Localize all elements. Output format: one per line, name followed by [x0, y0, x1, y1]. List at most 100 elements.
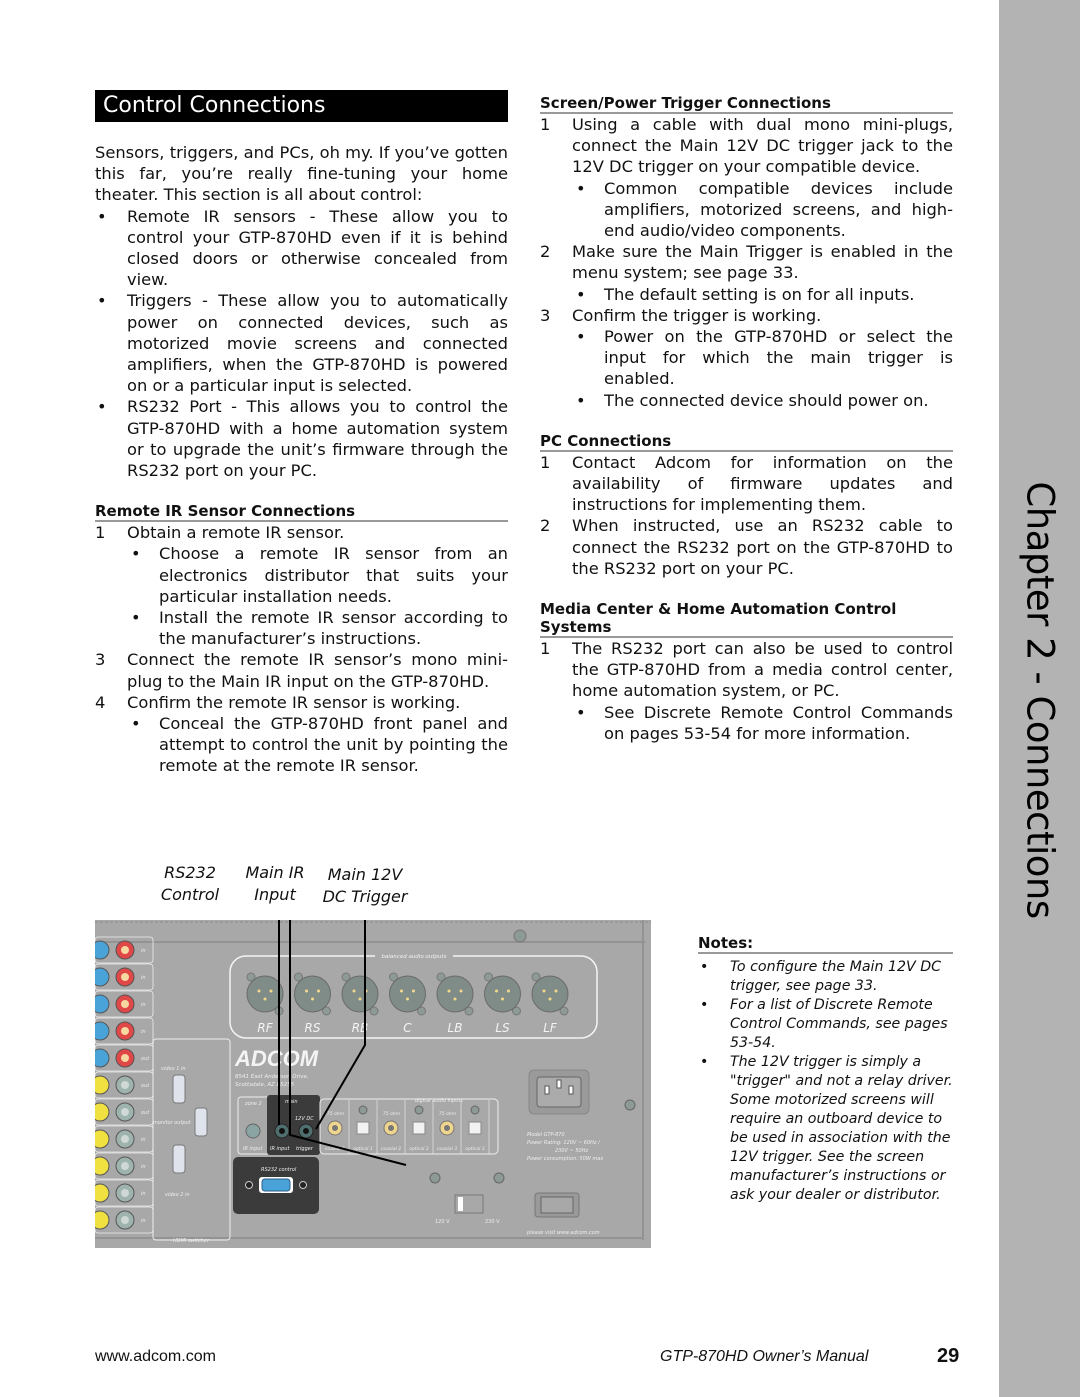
- digital-port-label: optical 2: [409, 1146, 429, 1152]
- svg-text:75 ohm: 75 ohm: [439, 1111, 457, 1117]
- note-item: For a list of Discrete Remote Control Co…: [698, 996, 953, 1053]
- trigger-heading: Screen/Power Trigger Connections: [540, 94, 953, 114]
- xlr-label: LS: [495, 1021, 510, 1035]
- zone2-ir-jack: [245, 1123, 261, 1139]
- step: 1 The RS232 port can also be used to cont…: [540, 638, 953, 702]
- list-item: Triggers - These allow you to automatica…: [95, 290, 508, 396]
- main-ir-label: IR input: [270, 1146, 290, 1152]
- notes-box: Notes: To configure the Main 12V DC trig…: [698, 934, 953, 1205]
- xlr-label: RF: [257, 1021, 273, 1035]
- sub-bullet: Choose a remote IR sensor from an electr…: [95, 543, 508, 607]
- xlr-connector: [341, 975, 379, 1013]
- rear-panel-diagram: in in in in out out out in in in in video 1 in mon…: [95, 920, 651, 1248]
- jack-label: out: [141, 1083, 150, 1089]
- ir-input-label: IR input: [243, 1146, 263, 1152]
- media-heading: Media Center & Home Automation Control S…: [540, 600, 953, 639]
- optical-port: [356, 1121, 370, 1135]
- trigger-label: trigger: [296, 1146, 314, 1152]
- remote-ir-heading: Remote IR Sensor Connections: [95, 502, 508, 523]
- footer-manual-title: GTP-870HD Owner’s Manual: [660, 1348, 869, 1365]
- hdmi-port: [194, 1107, 208, 1137]
- voltage-230: 230 V: [485, 1219, 500, 1225]
- optical-port: [468, 1121, 482, 1135]
- jack-label: in: [141, 1002, 146, 1008]
- sub-bullet: See Discrete Remote Control Commands on …: [540, 702, 953, 744]
- address-line: 8541 East Anderson Drive,: [235, 1074, 309, 1080]
- ir-callout: Main IR Input: [245, 863, 305, 904]
- jack-label: in: [141, 1137, 146, 1143]
- footer-url[interactable]: www.adcom.com: [95, 1348, 216, 1366]
- hdmi-port: [172, 1074, 186, 1104]
- jack-label: out: [141, 1110, 150, 1116]
- rs232-label: RS232 control: [261, 1167, 297, 1173]
- jack-label: in: [141, 1218, 146, 1224]
- step-text: When instructed, use an RS232 cable to c…: [572, 516, 953, 578]
- step-number: 1: [540, 452, 551, 472]
- step-text: Using a cable with dual mono mini-plugs,…: [572, 115, 953, 177]
- step-number: 3: [95, 650, 106, 670]
- step-text: Confirm the trigger is working.: [572, 305, 822, 325]
- step: 3 Connect the remote IR sensor’s mono min…: [95, 649, 508, 691]
- adcom-logo: ADCOM: [234, 1046, 319, 1071]
- xlr-connector: [246, 975, 284, 1013]
- step-text: Connect the remote IR sensor’s mono mini…: [127, 650, 508, 691]
- digital-port-label: coaxial 2: [381, 1146, 401, 1152]
- step-number: 1: [95, 523, 106, 543]
- digital-inputs-label: digital audio inputs: [415, 1098, 463, 1104]
- xlr-connector: [531, 975, 569, 1013]
- xlr-label: LB: [448, 1021, 463, 1035]
- pc-heading: PC Connections: [540, 432, 953, 452]
- notes-title: Notes:: [698, 934, 953, 954]
- step-text: Make sure the Main Trigger is enabled in…: [572, 242, 953, 283]
- note-item: To configure the Main 12V DC trigger, se…: [698, 958, 953, 996]
- section-title: Control Connections: [95, 90, 508, 122]
- main-label: main: [285, 1099, 298, 1105]
- power-rating-label: Power Rating: 120V ~ 60Hz /: [527, 1140, 601, 1146]
- sub-bullet: Install the remote IR sensor according t…: [95, 607, 508, 649]
- power-consumption-label: Power consumption: 50W max: [527, 1156, 603, 1162]
- jack-label: in: [141, 1164, 146, 1170]
- sub-bullet: Power on the GTP-870HD or select the inp…: [540, 326, 953, 390]
- sub-bullet: The default setting is on for all inputs…: [540, 284, 953, 305]
- right-column: Screen/Power Trigger Connections 1 Using …: [540, 90, 953, 744]
- xlr-label: C: [403, 1021, 412, 1035]
- zone2-label: zone 2: [244, 1101, 262, 1107]
- svg-text:75 ohm: 75 ohm: [383, 1111, 401, 1117]
- digital-port-label: coaxial 3: [437, 1146, 457, 1152]
- optical-port: [412, 1121, 426, 1135]
- trigger-callout: Main 12V DC Trigger: [322, 865, 408, 906]
- jack-label: in: [141, 948, 146, 954]
- step: 1 Contact Adcom for information on the av…: [540, 452, 953, 516]
- xlr-connector: [436, 975, 474, 1013]
- step: 4 Confirm the remote IR sensor is working…: [95, 692, 508, 713]
- hdmi-video1-label: video 1 in: [161, 1066, 186, 1072]
- jack-label: in: [141, 1029, 146, 1035]
- address-line: Scottsdale, AZ 85255: [235, 1082, 295, 1088]
- xlr-connector: [294, 975, 331, 1013]
- sub-bullet: Common compatible devices include amplif…: [540, 178, 953, 242]
- voltage-120: 120 V: [435, 1219, 450, 1225]
- note-item: The 12V trigger is simply a "trigger" an…: [698, 1053, 953, 1205]
- digital-port-label: optical 3: [465, 1146, 485, 1152]
- sub-bullet: The connected device should power on.: [540, 390, 953, 411]
- step: 1 Obtain a remote IR sensor.: [95, 522, 508, 543]
- step-text: The RS232 port can also be used to contr…: [572, 639, 953, 701]
- balanced-outputs-label: balanced audio outputs: [382, 954, 447, 960]
- step-number: 4: [95, 692, 106, 712]
- xlr-label: RS: [305, 1021, 321, 1035]
- step-text: Obtain a remote IR sensor.: [127, 523, 345, 543]
- svg-text:75 ohm: 75 ohm: [327, 1111, 345, 1117]
- step-number: 3: [540, 305, 551, 325]
- jack-label: out: [141, 1056, 150, 1062]
- hdmi-port: [172, 1144, 186, 1174]
- visit-label: please visit www.adcom.com: [526, 1230, 600, 1236]
- step-number: 1: [540, 639, 551, 659]
- step-text: Confirm the remote IR sensor is working.: [127, 692, 461, 712]
- step-number: 1: [540, 115, 551, 134]
- 12v-label: 12V DC: [295, 1116, 314, 1122]
- xlr-connector: [389, 975, 426, 1013]
- step-number: 2: [540, 242, 551, 262]
- list-item: RS232 Port - This allows you to control …: [95, 396, 508, 481]
- jack-label: in: [141, 1191, 146, 1197]
- list-item: Remote IR sensors - These allow you to c…: [95, 206, 508, 291]
